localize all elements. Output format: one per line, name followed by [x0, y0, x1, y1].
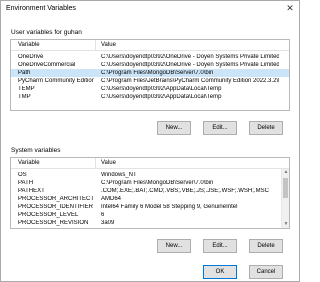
table-row[interactable]: PROCESSOR_REVISION 3a09 [11, 219, 289, 227]
table-row[interactable]: PATHEXT .COM;.EXE;.BAT;.CMD;.VBS;.VBE;.J… [11, 187, 289, 195]
table-row[interactable]: PATH C:\Program Files\MongoDB\Server\7.0… [11, 179, 289, 187]
table-row[interactable]: OneDrive C:\Users\doyendtp0392\OneDrive … [11, 53, 289, 61]
variable-name: PATH [18, 180, 34, 186]
system-variables-list[interactable]: Variable Value OS Windows_NT PATH C:\Pro… [10, 157, 290, 229]
vertical-scrollbar[interactable]: ▲ ▼ [281, 169, 289, 228]
header-value[interactable]: Value [101, 160, 116, 166]
variable-name: OneDrive [18, 54, 44, 60]
table-row[interactable]: TMP C:\Users\doyendtp0392\AppData\Local\… [11, 93, 289, 101]
variable-value: 3a09 [101, 220, 115, 226]
variable-name: PROCESSOR_REVISION [18, 220, 89, 226]
variable-name: TEMP [18, 86, 35, 92]
variable-value: C:\Users\doyendtp0392\OneDrive - Doyen S… [101, 62, 279, 68]
user-list-header: Variable Value [11, 40, 289, 51]
cancel-button[interactable]: Cancel [249, 265, 283, 279]
variable-value: C:\Program Files\MongoDB\Server\7.0\bin [101, 70, 214, 76]
close-icon[interactable]: ✕ [285, 3, 295, 13]
variable-name: TMP [18, 94, 31, 100]
table-row[interactable]: PROCESSOR_ARCHITECTURE AMD64 [11, 195, 289, 203]
system-edit-button[interactable]: Edit... [203, 239, 237, 253]
variable-value: Intel64 Family 6 Model 58 Stepping 9, Ge… [101, 204, 238, 210]
system-list-header: Variable Value [11, 158, 289, 169]
scrollbar-thumb[interactable] [283, 178, 288, 198]
variable-value: C:\Users\doyendtp0392\AppData\Local\Temp [101, 86, 222, 92]
table-row[interactable]: OneDriveCommercial C:\Users\doyendtp0392… [11, 61, 289, 69]
system-new-button[interactable]: New... [157, 239, 191, 253]
header-value[interactable]: Value [101, 42, 116, 48]
table-row[interactable]: OS Windows_NT [11, 171, 289, 179]
user-variables-label: User variables for guhan [11, 29, 82, 36]
dialog-title: Environment Variables [6, 5, 76, 12]
variable-name: OS [18, 172, 27, 178]
title-bar: Environment Variables ✕ [1, 1, 299, 16]
user-edit-button[interactable]: Edit... [203, 121, 237, 135]
variable-value: 6 [101, 212, 105, 218]
variable-name: PROCESSOR_IDENTIFIER [18, 204, 94, 210]
column-separator[interactable] [95, 158, 96, 169]
variable-value: C:\Users\doyendtp0392\OneDrive - Doyen S… [101, 54, 279, 60]
variable-name: PROCESSOR_LEVEL [18, 212, 79, 218]
variable-name: PATHEXT [18, 188, 45, 194]
variable-value: AMD64 [101, 196, 122, 202]
header-variable[interactable]: Variable [18, 160, 40, 166]
system-delete-button[interactable]: Delete [249, 239, 283, 253]
table-row[interactable]: TEMP C:\Users\doyendtp0392\AppData\Local… [11, 85, 289, 93]
table-row[interactable]: PyCharm Community Edition C:\Program Fil… [11, 77, 289, 85]
variable-value: .COM;.EXE;.BAT;.CMD;.VBS;.VBE;.JS;.JSE;.… [101, 188, 269, 194]
scroll-down-arrow-icon[interactable]: ▼ [282, 221, 289, 228]
table-row[interactable]: PROCESSOR_IDENTIFIER Intel64 Family 6 Mo… [11, 203, 289, 211]
variable-value: C:\Program Files\JetBrains\PyCharm Commu… [101, 78, 279, 84]
header-variable[interactable]: Variable [18, 42, 40, 48]
variable-name: PyCharm Community Edition [18, 78, 94, 84]
user-variables-list[interactable]: Variable Value OneDrive C:\Users\doyendt… [10, 39, 290, 111]
ok-button[interactable]: OK [203, 265, 237, 279]
variable-name: OneDriveCommercial [18, 62, 76, 68]
column-separator[interactable] [95, 40, 96, 51]
variable-value: C:\Program Files\MongoDB\Server\7.0\bin [101, 180, 214, 186]
user-new-button[interactable]: New... [157, 121, 191, 135]
environment-variables-dialog: Environment Variables ✕ User variables f… [0, 0, 300, 282]
table-row[interactable]: PROCESSOR_LEVEL 6 [11, 211, 289, 219]
variable-name: PROCESSOR_ARCHITECTURE [18, 196, 94, 202]
variable-value: Windows_NT [101, 172, 137, 178]
scroll-up-arrow-icon[interactable]: ▲ [282, 169, 289, 176]
variable-value: C:\Users\doyendtp0392\AppData\Local\Temp [101, 94, 222, 100]
system-variables-label: System variables [11, 147, 61, 154]
user-delete-button[interactable]: Delete [249, 121, 283, 135]
variable-name: Path [18, 70, 31, 76]
table-row-selected[interactable]: Path C:\Program Files\MongoDB\Server\7.0… [11, 69, 289, 77]
